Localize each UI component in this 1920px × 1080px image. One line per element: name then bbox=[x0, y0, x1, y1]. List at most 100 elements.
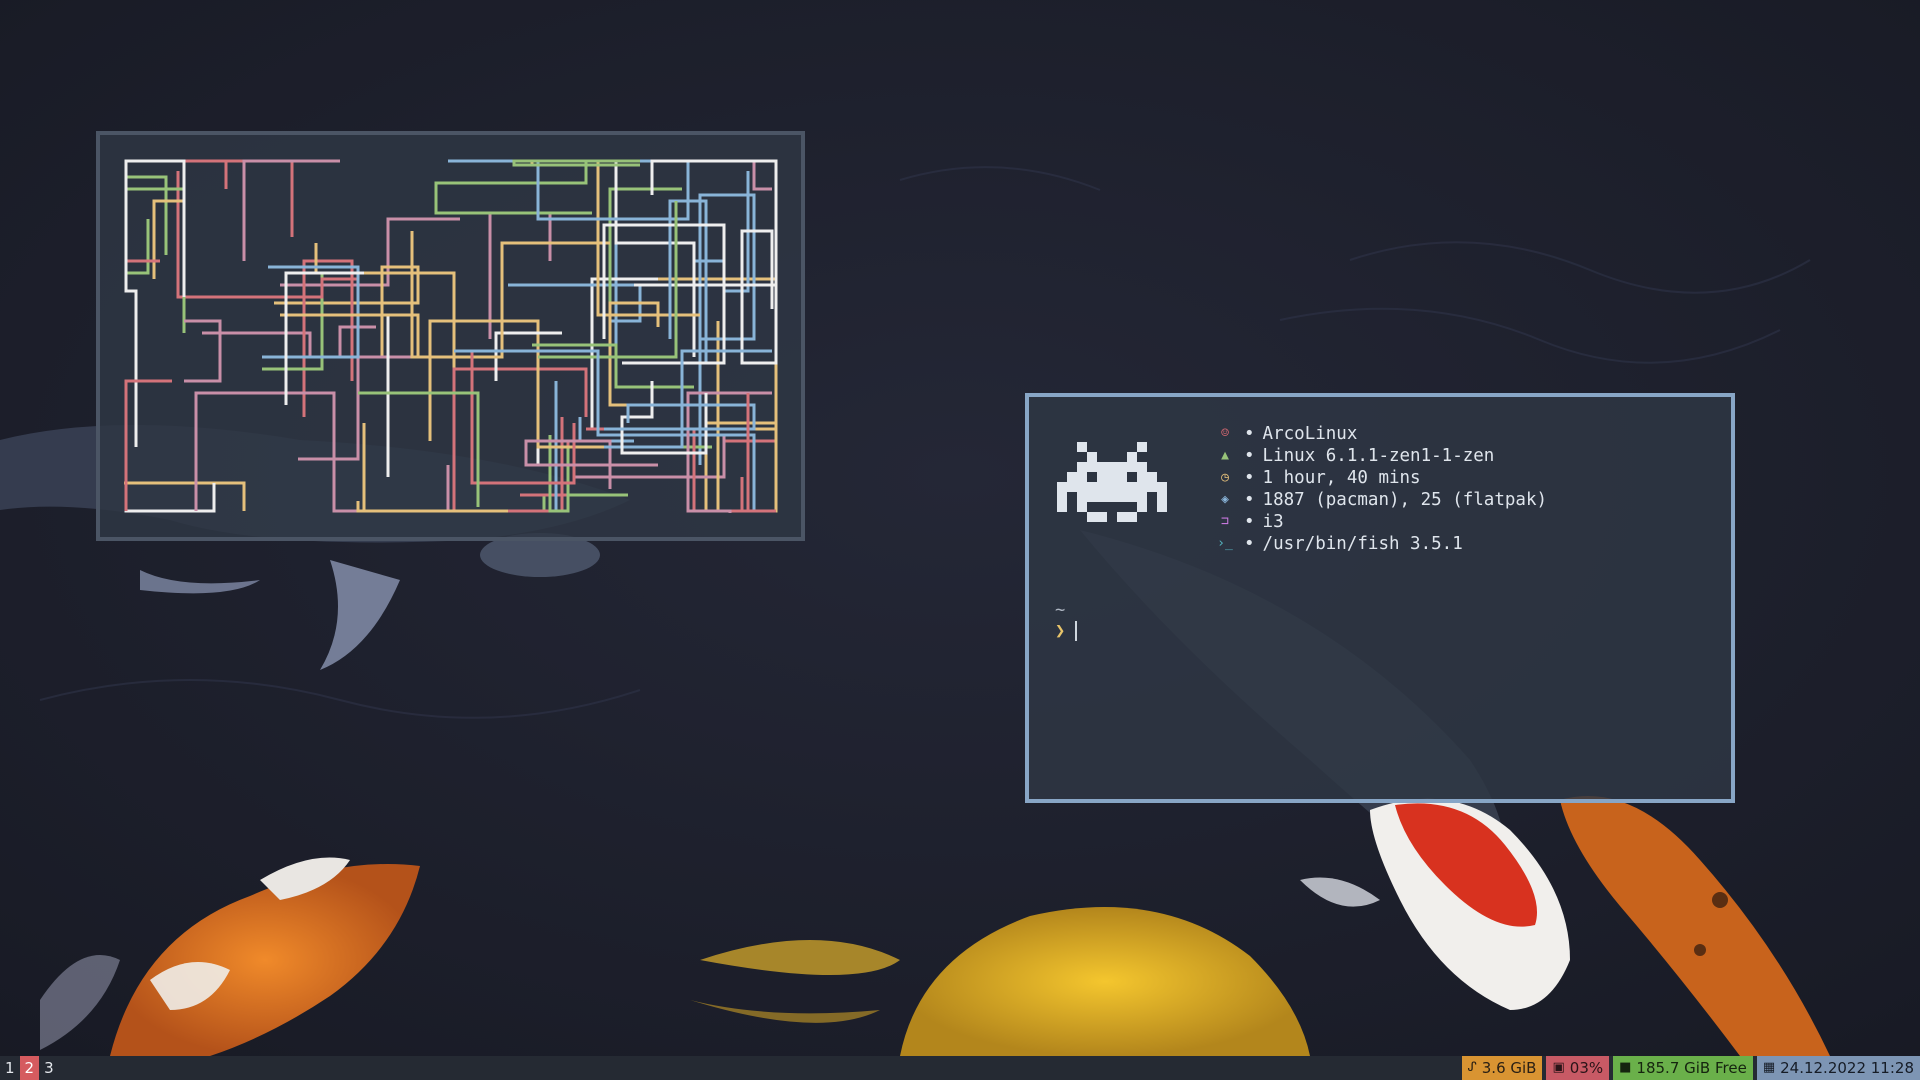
pipe-segment bbox=[280, 313, 420, 357]
pipes-terminal-window[interactable] bbox=[96, 131, 805, 541]
logo-pixel bbox=[1057, 502, 1067, 512]
pipe-segment bbox=[356, 423, 508, 513]
memory-module[interactable]: ᔑ 3.6 GiB bbox=[1461, 1056, 1543, 1080]
bullet: • bbox=[1244, 446, 1255, 466]
logo-pixel bbox=[1127, 462, 1137, 472]
fetch-terminal-window[interactable]: ☺ • ArcoLinux ▲ • Linux 6.1.1-zen1-1-zen… bbox=[1025, 393, 1735, 803]
logo-pixel bbox=[1157, 482, 1167, 492]
logo-pixel bbox=[1127, 482, 1137, 492]
logo-pixel bbox=[1087, 492, 1097, 502]
pipe-segment bbox=[314, 243, 456, 423]
status-bar: 1 2 3 ᔑ 3.6 GiB ▣ 03% ■ 185.7 GiB Free ▦… bbox=[0, 1056, 1920, 1080]
logo-pixel bbox=[1137, 492, 1147, 502]
info-os-value: ArcoLinux bbox=[1262, 424, 1358, 444]
logo-pixel bbox=[1067, 472, 1077, 482]
pipe-segment bbox=[454, 349, 756, 511]
logo-pixel bbox=[1117, 482, 1127, 492]
logo-pixel bbox=[1077, 472, 1087, 482]
logo-pixel bbox=[1117, 512, 1127, 522]
command-prompt[interactable]: ❯ bbox=[1055, 621, 1078, 641]
logo-pixel bbox=[1097, 472, 1107, 482]
logo-pixel bbox=[1157, 492, 1167, 502]
pipe-segment bbox=[752, 159, 776, 191]
pipe-segment bbox=[280, 217, 460, 287]
info-row-os: ☺ • ArcoLinux bbox=[1214, 423, 1547, 445]
pipe-segment bbox=[224, 159, 310, 189]
logo-pixel bbox=[1107, 492, 1117, 502]
workspace-3-button[interactable]: 3 bbox=[39, 1056, 59, 1080]
info-row-wm: ⊐ • i3 bbox=[1214, 511, 1547, 533]
logo-pixel bbox=[1107, 462, 1117, 472]
info-packages-value: 1887 (pacman), 25 (flatpak) bbox=[1262, 490, 1548, 510]
logo-pixel bbox=[1117, 462, 1127, 472]
calendar-icon: ▦ bbox=[1762, 1060, 1776, 1075]
logo-pixel bbox=[1127, 512, 1137, 522]
disk-value: 185.7 GiB Free bbox=[1636, 1059, 1747, 1077]
smile-icon: ☺ bbox=[1221, 426, 1229, 441]
logo-pixel bbox=[1117, 472, 1127, 482]
info-row-kernel: ▲ • Linux 6.1.1-zen1-1-zen bbox=[1214, 445, 1547, 467]
logo-pixel bbox=[1087, 462, 1097, 472]
logo-pixel bbox=[1067, 482, 1077, 492]
logo-pixel bbox=[1087, 482, 1097, 492]
pipe-segment bbox=[604, 403, 756, 431]
window-icon: ⊐ bbox=[1221, 514, 1229, 529]
pipe-segment bbox=[148, 159, 294, 237]
logo-pixel bbox=[1097, 462, 1107, 472]
pipe-segment bbox=[176, 171, 358, 299]
pipe-segment bbox=[724, 439, 778, 511]
logo-pixel bbox=[1127, 492, 1137, 502]
bullet: • bbox=[1244, 424, 1255, 444]
logo-pixel bbox=[1117, 492, 1127, 502]
logo-pixel bbox=[1097, 512, 1107, 522]
pipe-segment bbox=[124, 381, 216, 513]
system-info-list: ☺ • ArcoLinux ▲ • Linux 6.1.1-zen1-1-zen… bbox=[1214, 423, 1547, 555]
logo-pixel bbox=[1107, 472, 1117, 482]
logo-pixel bbox=[1137, 482, 1147, 492]
logo-pixel bbox=[1127, 452, 1137, 462]
pipe-segment bbox=[124, 481, 246, 511]
clock-icon: ◷ bbox=[1221, 470, 1229, 485]
bullet: • bbox=[1244, 512, 1255, 532]
cpu-icon: ▣ bbox=[1552, 1060, 1565, 1075]
logo-pixel bbox=[1087, 512, 1097, 522]
info-wm-value: i3 bbox=[1262, 512, 1284, 532]
pipe-segment bbox=[434, 159, 592, 215]
prompt-cwd: ~ bbox=[1055, 600, 1066, 620]
info-kernel-value: Linux 6.1.1-zen1-1-zen bbox=[1262, 446, 1495, 466]
prompt-arrow-icon: ❯ bbox=[1055, 621, 1066, 641]
package-icon: ◈ bbox=[1221, 492, 1229, 507]
arch-icon: ▲ bbox=[1221, 448, 1229, 463]
activity-icon: ᔑ bbox=[1467, 1060, 1477, 1075]
pipe-segment bbox=[262, 273, 324, 371]
pipe-segment bbox=[608, 301, 720, 511]
bullet: • bbox=[1244, 534, 1255, 554]
pipe-segment bbox=[184, 319, 222, 383]
logo-pixel bbox=[1077, 502, 1087, 512]
memory-value: 3.6 GiB bbox=[1481, 1059, 1537, 1077]
pipe-segment bbox=[740, 393, 776, 513]
cpu-module[interactable]: ▣ 03% bbox=[1546, 1056, 1610, 1080]
logo-pixel bbox=[1097, 492, 1107, 502]
workspace-2-button[interactable]: 2 bbox=[19, 1056, 40, 1080]
workspace-1-button[interactable]: 1 bbox=[0, 1056, 20, 1080]
info-row-uptime: ◷ • 1 hour, 40 mins bbox=[1214, 467, 1547, 489]
pipe-segment bbox=[124, 379, 172, 511]
logo-pixel bbox=[1057, 482, 1067, 492]
logo-pixel bbox=[1137, 442, 1147, 452]
pipe-segment bbox=[410, 231, 610, 359]
logo-pixel bbox=[1147, 482, 1157, 492]
logo-pixel bbox=[1137, 462, 1147, 472]
pipe-segment bbox=[358, 391, 480, 507]
info-shell-value: /usr/bin/fish 3.5.1 bbox=[1262, 534, 1463, 554]
bullet: • bbox=[1244, 490, 1255, 510]
bullet: • bbox=[1244, 468, 1255, 488]
logo-pixel bbox=[1057, 492, 1067, 502]
info-row-shell: ›_ • /usr/bin/fish 3.5.1 bbox=[1214, 533, 1547, 555]
info-uptime-value: 1 hour, 40 mins bbox=[1262, 468, 1421, 488]
workspace-list: 1 2 3 bbox=[0, 1056, 59, 1080]
logo-pixel bbox=[1077, 462, 1087, 472]
disk-module[interactable]: ■ 185.7 GiB Free bbox=[1613, 1056, 1753, 1080]
date-module[interactable]: ▦ 24.12.2022 11:28 bbox=[1756, 1056, 1920, 1080]
space-invader-logo bbox=[1057, 442, 1167, 522]
